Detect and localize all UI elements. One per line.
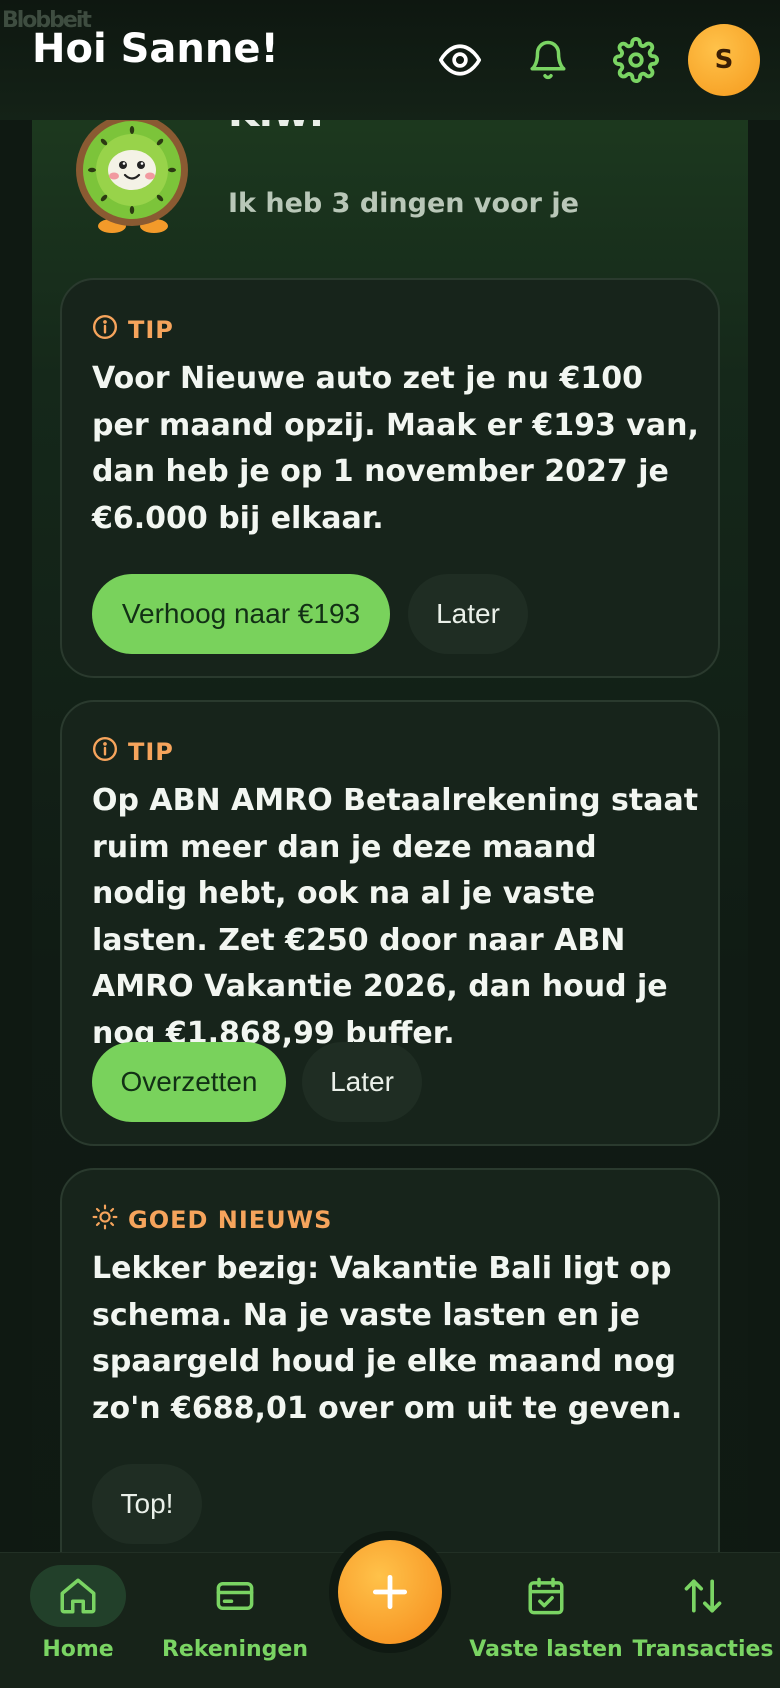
good-news-card: GOED NIEUWS Lekker bezig: Vakantie Bali … (60, 1168, 720, 1588)
card-message: Op ABN AMRO Betaalrekening staat ruim me… (92, 783, 699, 1051)
later-button[interactable]: Later (408, 574, 528, 654)
bell-icon[interactable] (518, 30, 578, 90)
top-header: Blobbeit Hoi Sanne! S (0, 0, 780, 120)
mascot-subtitle: Ik heb 3 dingen voor je (228, 188, 579, 219)
increase-button[interactable]: Verhoog naar €193 (92, 574, 390, 654)
card-tag-label: TIP (128, 738, 174, 766)
card-message: Lekker bezig: Vakantie Bali ligt op sche… (92, 1251, 683, 1426)
card-message: Voor Nieuwe auto zet je nu €100 per maan… (92, 361, 699, 536)
kiwi-mascot-icon (74, 108, 190, 238)
avatar[interactable]: S (688, 24, 760, 96)
top-button[interactable]: Top! (92, 1464, 202, 1544)
eye-icon[interactable] (430, 30, 490, 90)
later-button[interactable]: Later (302, 1042, 422, 1122)
home-icon (30, 1565, 126, 1627)
nav-label: Vaste lasten (469, 1637, 623, 1662)
gear-icon[interactable] (606, 30, 666, 90)
nav-label: Transacties (632, 1637, 774, 1662)
page-title: Hoi Sanne! (32, 26, 279, 72)
card-icon (187, 1565, 283, 1627)
card-tag: TIP (92, 314, 174, 346)
nav-item-rekeningen[interactable]: Rekeningen (162, 1553, 308, 1688)
nav-item-home[interactable]: Home (30, 1553, 126, 1688)
plus-icon (338, 1540, 442, 1644)
card-tag-label: GOED NIEUWS (128, 1206, 333, 1234)
arrows-up-down-icon (655, 1565, 751, 1627)
calendar-check-icon (498, 1565, 594, 1627)
card-tag: GOED NIEUWS (92, 1204, 332, 1236)
nav-item-vaste-lasten[interactable]: Vaste lasten (469, 1553, 623, 1688)
nav-label: Rekeningen (161, 1637, 309, 1662)
nav-label: Home (42, 1637, 114, 1662)
tip-card: TIP Voor Nieuwe auto zet je nu €100 per … (60, 278, 720, 678)
tip-card: TIP Op ABN AMRO Betaalrekening staat rui… (60, 700, 720, 1146)
sun-icon (92, 1204, 118, 1236)
nav-item-transacties[interactable]: Transacties (633, 1553, 774, 1688)
transfer-button[interactable]: Overzetten (92, 1042, 286, 1122)
info-icon (92, 314, 118, 346)
card-tag: TIP (92, 736, 174, 768)
info-icon (92, 736, 118, 768)
add-button[interactable] (329, 1531, 451, 1653)
card-tag-label: TIP (128, 316, 174, 344)
